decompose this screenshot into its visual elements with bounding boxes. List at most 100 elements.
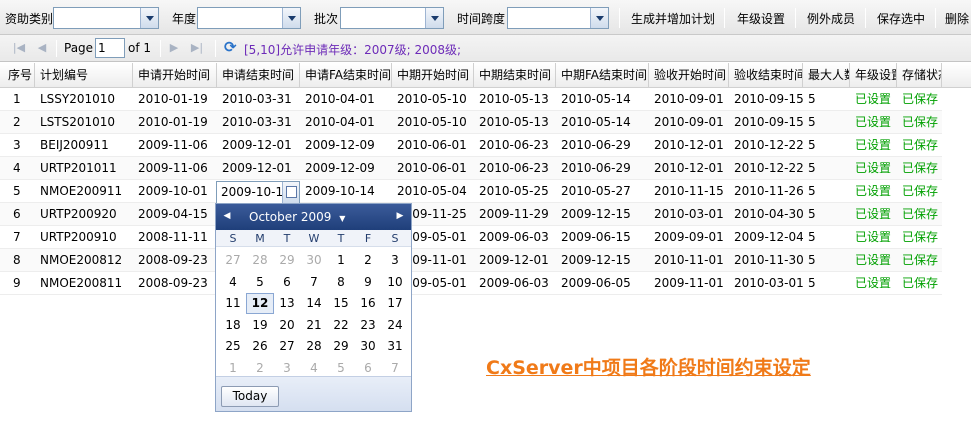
cell-apply-start[interactable]: 2010-01-19 [133,111,217,134]
cell-mid-start[interactable]: 2010-06-01 [392,157,474,180]
date-cell[interactable]: 17 [381,293,409,314]
cell-save-status[interactable]: 已保存 [897,226,942,249]
last-page-icon[interactable]: ▶| [190,41,204,55]
cell-accept-end[interactable]: 2010-09-15 [729,111,803,134]
cell-mid-fa-end[interactable]: 2010-06-29 [556,134,649,157]
cell-apply-start[interactable]: 2008-09-23 [133,249,217,272]
table-row[interactable]: 7 URTP200910 2008-11-11 2009-05-01 2009-06-0… [0,226,942,249]
cell-max-count[interactable]: 5 [803,134,850,157]
cell-apply-fa-end[interactable]: 2010-04-01 [300,88,392,111]
cell-accept-end[interactable]: 2010-12-22 [729,157,803,180]
cell-mid-end[interactable]: 2010-06-23 [474,134,556,157]
date-cell[interactable]: 10 [381,272,409,293]
cell-plan-code[interactable]: URTP200920 [35,203,133,226]
column-header-apply-fa-end[interactable]: 申请FA结束时间 [300,63,392,88]
prev-page-icon[interactable]: ◀ [35,41,49,55]
table-row[interactable]: 1 LSSY201010 2010-01-19 2010-03-31 2010-04-0… [0,88,942,111]
table-row[interactable]: 3 BEIJ200911 2009-11-06 2009-12-01 2009-12-0… [0,134,942,157]
cell-mid-end[interactable]: 2009-06-03 [474,226,556,249]
cell-grade-setting[interactable]: 已设置 [850,272,897,295]
cell-save-status[interactable]: 已保存 [897,203,942,226]
cell-max-count[interactable]: 5 [803,111,850,134]
column-header-accept-start[interactable]: 验收开始时间 [649,63,729,88]
column-header-mid-end[interactable]: 中期结束时间 [474,63,556,88]
date-cell[interactable]: 20 [273,315,301,336]
column-header-mid-start[interactable]: 中期开始时间 [392,63,474,88]
page-number-input[interactable] [95,38,125,58]
cell-mid-fa-end[interactable]: 2010-05-14 [556,88,649,111]
cell-accept-start[interactable]: 2010-11-01 [649,249,729,272]
date-cell[interactable]: 13 [273,293,301,314]
cell-grade-setting[interactable]: 已设置 [850,249,897,272]
cell-accept-end[interactable]: 2009-12-04 [729,226,803,249]
cell-plan-code[interactable]: BEIJ200911 [35,134,133,157]
cell-grade-setting[interactable]: 已设置 [850,111,897,134]
cell-mid-fa-end[interactable]: 2010-05-27 [556,180,649,203]
cell-mid-end[interactable]: 2010-06-23 [474,157,556,180]
cell-accept-end[interactable]: 2010-12-22 [729,134,803,157]
cell-save-status[interactable]: 已保存 [897,157,942,180]
cell-accept-start[interactable]: 2009-09-01 [649,226,729,249]
cell-apply-start[interactable]: 2009-11-06 [133,157,217,180]
cell-mid-start[interactable]: 2010-05-04 [392,180,474,203]
cell-apply-end[interactable]: 2009-12-01 [217,134,300,157]
cell-mid-fa-end[interactable]: 2010-05-14 [556,111,649,134]
month-selector[interactable]: October 2009 ▼ [249,210,345,224]
cell-accept-start[interactable]: 2010-09-01 [649,88,729,111]
batch-combo[interactable] [340,7,444,29]
next-month-icon[interactable]: ▶ [395,211,405,221]
cell-plan-code[interactable]: NMOE200911 [35,180,133,203]
cell-plan-code[interactable]: NMOE200811 [35,272,133,295]
cell-save-status[interactable]: 已保存 [897,249,942,272]
column-header-max-count[interactable]: 最大人数 [803,63,850,88]
delete-button[interactable]: 删除 [945,10,969,27]
date-cell[interactable]: 28 [300,336,328,357]
cell-mid-end[interactable]: 2009-06-03 [474,272,556,295]
apply-end-date-editor[interactable]: 2009-10-1 [216,181,300,204]
date-cell[interactable]: 22 [327,315,355,336]
cell-plan-code[interactable]: URTP200910 [35,226,133,249]
cell-apply-start[interactable]: 2009-04-15 [133,203,217,226]
cell-accept-start[interactable]: 2010-09-01 [649,111,729,134]
date-cell[interactable]: 6 [273,272,301,293]
date-cell[interactable]: 27 [219,250,247,271]
chevron-down-icon[interactable] [140,8,158,28]
today-button[interactable]: Today [221,386,279,407]
cell-mid-start[interactable]: 2010-05-10 [392,111,474,134]
cell-apply-start[interactable]: 2009-10-01 [133,180,217,203]
chevron-down-icon[interactable] [590,8,608,28]
table-row[interactable]: 6 URTP200920 2009-04-15 2009-11-25 2009-11-2… [0,203,942,226]
cell-plan-code[interactable]: URTP201011 [35,157,133,180]
date-cell[interactable]: 5 [246,272,274,293]
cell-save-status[interactable]: 已保存 [897,180,942,203]
table-row[interactable]: 4 URTP201011 2009-11-06 2009-12-01 2009-12-0… [0,157,942,180]
cell-apply-start[interactable]: 2008-09-23 [133,272,217,295]
date-cell[interactable]: 14 [300,293,328,314]
date-cell[interactable]: 11 [219,293,247,314]
date-cell[interactable]: 25 [219,336,247,357]
column-header-grade-setting[interactable]: 年级设置 [850,63,897,88]
cell-mid-start[interactable]: 2010-05-10 [392,88,474,111]
date-cell[interactable]: 26 [246,336,274,357]
cell-mid-end[interactable]: 2009-12-01 [474,249,556,272]
column-header-seq[interactable]: 序号 [3,63,35,88]
cell-apply-fa-end[interactable]: 2010-04-01 [300,111,392,134]
cell-accept-start[interactable]: 2010-12-01 [649,157,729,180]
cell-save-status[interactable]: 已保存 [897,88,942,111]
cell-mid-end[interactable]: 2010-05-25 [474,180,556,203]
cell-grade-setting[interactable]: 已设置 [850,203,897,226]
date-cell[interactable]: 8 [327,272,355,293]
cell-mid-end[interactable]: 2010-05-13 [474,111,556,134]
cell-max-count[interactable]: 5 [803,180,850,203]
cell-save-status[interactable]: 已保存 [897,111,942,134]
date-cell[interactable]: 9 [354,272,382,293]
calendar-icon[interactable] [282,182,299,203]
prev-month-icon[interactable]: ◀ [222,211,232,221]
cell-accept-end[interactable]: 2010-04-30 [729,203,803,226]
cell-accept-start[interactable]: 2010-12-01 [649,134,729,157]
cell-save-status[interactable]: 已保存 [897,134,942,157]
date-cell[interactable]: 15 [327,293,355,314]
chevron-down-icon[interactable] [282,8,300,28]
cell-apply-end[interactable]: 2009-12-01 [217,157,300,180]
date-cell[interactable]: 23 [354,315,382,336]
